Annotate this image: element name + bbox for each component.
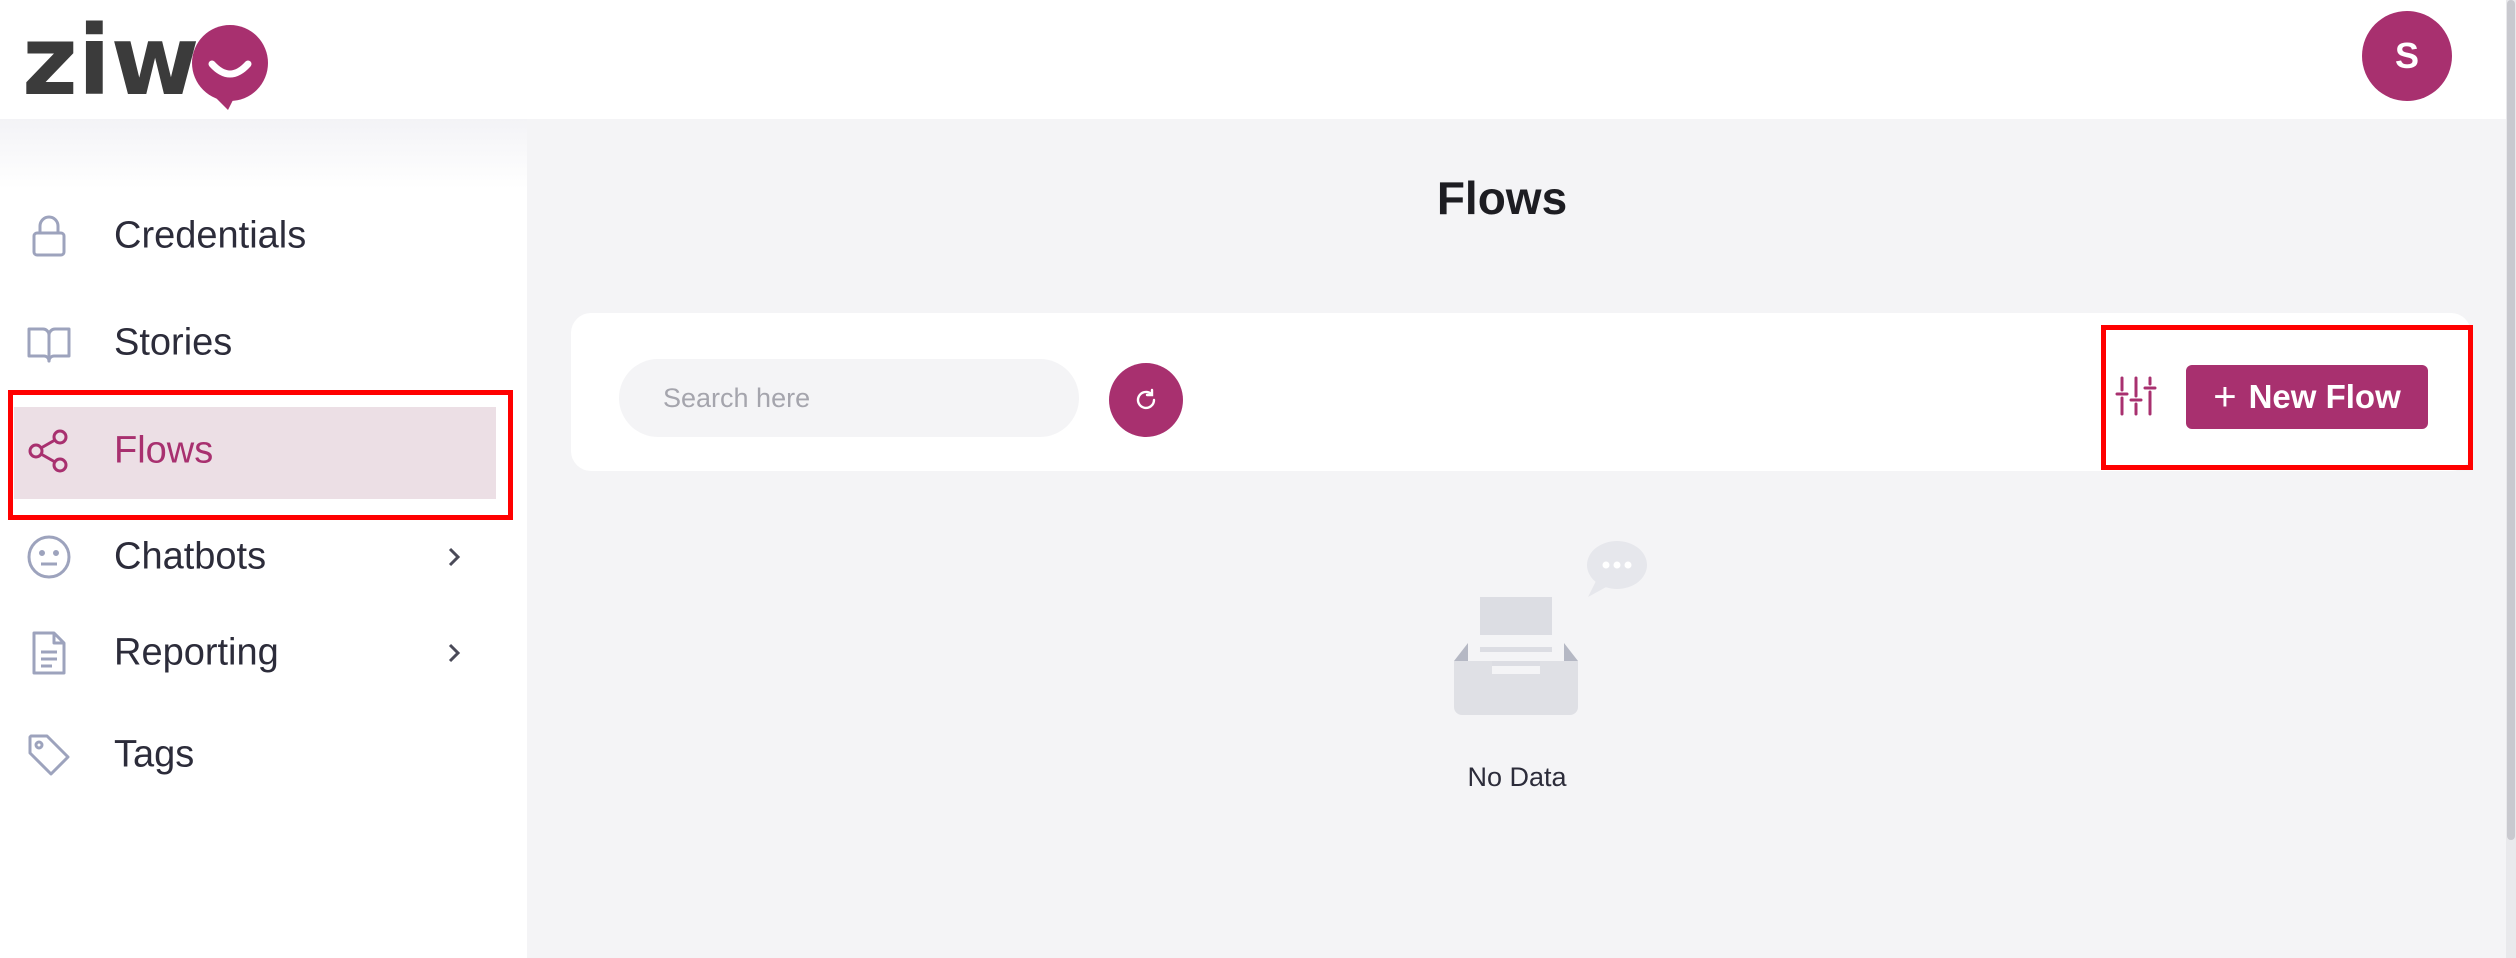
face-neutral-icon <box>26 534 72 580</box>
sidebar-item-label: Credentials <box>114 214 307 257</box>
sidebar-item-reporting[interactable]: Reporting <box>0 607 527 699</box>
inbox-tray-icon <box>1454 597 1578 715</box>
sidebar-item-tags[interactable]: Tags <box>0 709 527 801</box>
page-title: Flows <box>1436 172 1568 224</box>
scrollbar[interactable] <box>2506 0 2516 958</box>
main-content: Flows + New Flow <box>527 119 2506 958</box>
sidebar-item-credentials[interactable]: Credentials <box>0 190 527 282</box>
sidebar-item-label: Chatbots <box>114 535 267 578</box>
ziwo-logo[interactable]: ziw <box>22 5 282 117</box>
sidebar-item-label: Tags <box>114 733 195 776</box>
tag-icon <box>26 732 72 778</box>
logo-text: ziw <box>22 6 199 110</box>
highlight-box <box>8 390 513 520</box>
refresh-button[interactable] <box>1109 363 1183 437</box>
user-avatar[interactable]: S <box>2362 11 2452 101</box>
sidebar-item-chatbots[interactable]: Chatbots <box>0 511 527 603</box>
smile-bubble-icon <box>192 25 268 110</box>
scrollbar-thumb[interactable] <box>2507 0 2515 840</box>
chevron-right-icon <box>440 543 468 571</box>
sidebar-item-stories[interactable]: Stories <box>0 297 527 389</box>
chat-bubble-icon <box>1587 541 1647 597</box>
lock-icon <box>26 213 72 259</box>
document-icon <box>26 630 72 676</box>
chevron-right-icon <box>440 639 468 667</box>
top-header: ziw S <box>0 0 2506 119</box>
empty-inbox-illustration <box>1438 537 1658 782</box>
sidebar-item-label: Reporting <box>114 631 279 674</box>
empty-state-text: No Data <box>1467 762 1567 792</box>
book-open-icon <box>26 320 72 366</box>
sidebar: Credentials Stories Flows Chatbots Repor… <box>0 119 527 958</box>
refresh-icon <box>1136 388 1156 410</box>
search-input[interactable] <box>619 359 1079 437</box>
sidebar-item-label: Stories <box>114 321 233 364</box>
highlight-box <box>2101 325 2473 470</box>
